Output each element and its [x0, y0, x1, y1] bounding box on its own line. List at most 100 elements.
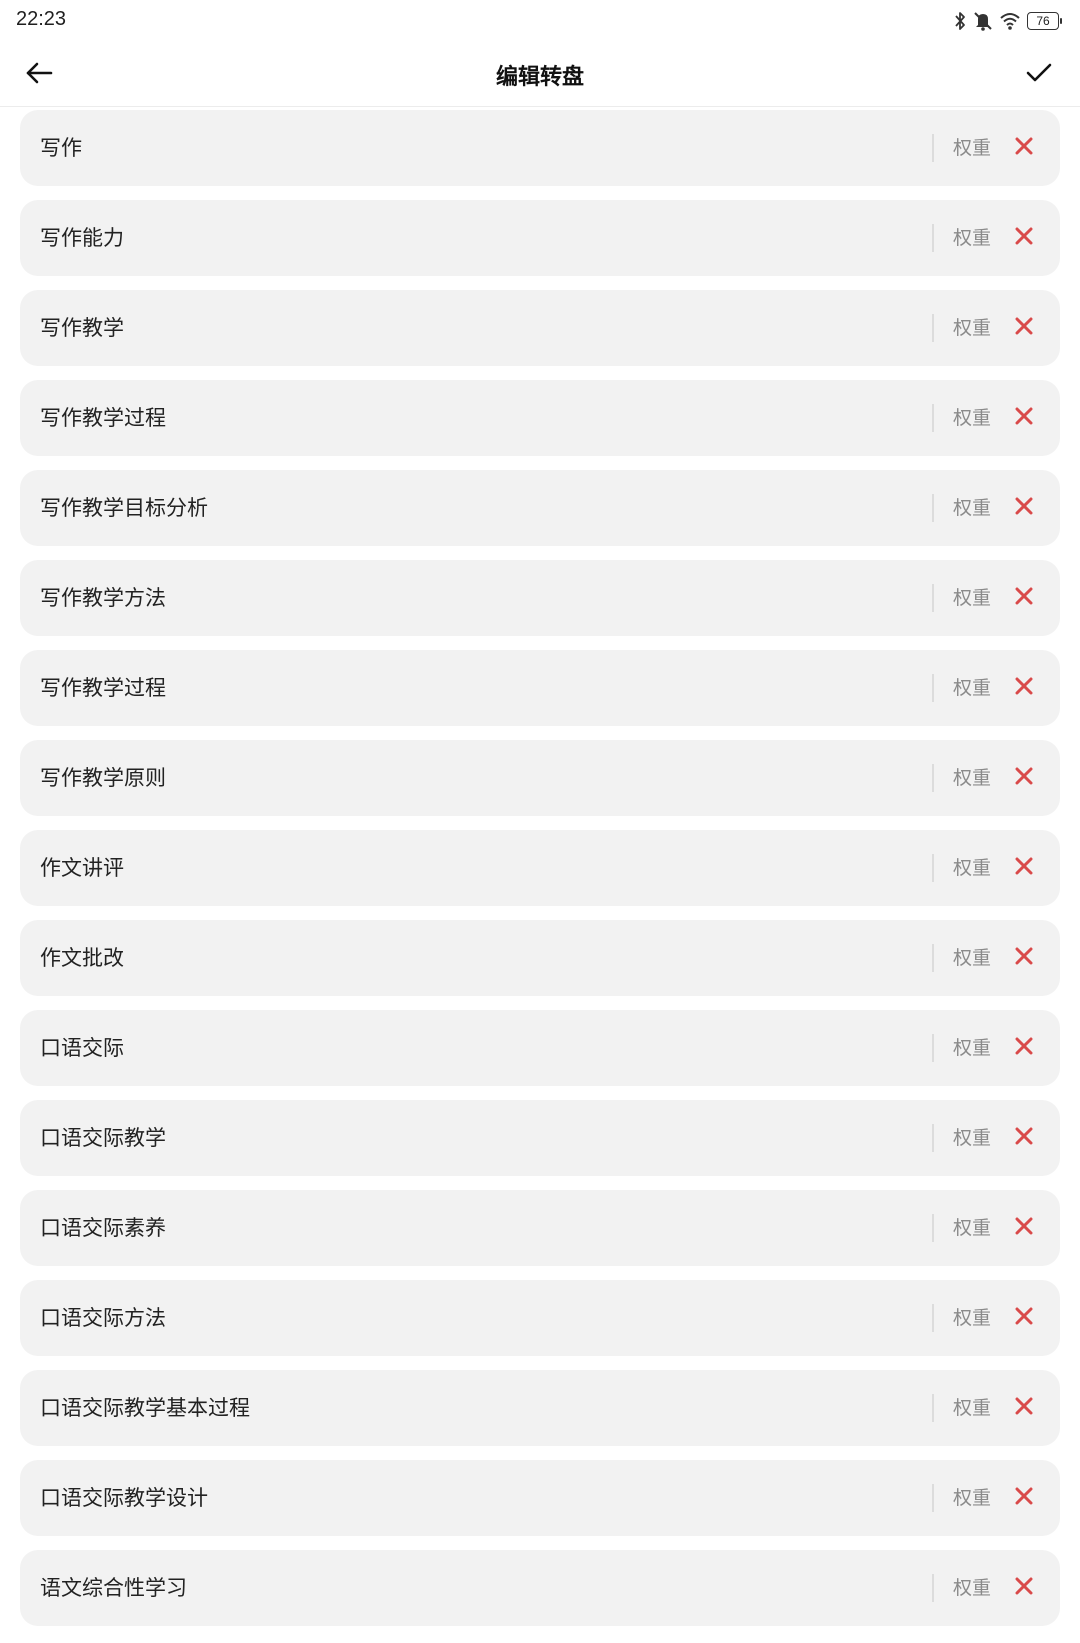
delete-button[interactable] [1008, 582, 1040, 614]
close-icon [1014, 496, 1034, 520]
option-item: 口语交际方法 权重 [20, 1280, 1060, 1356]
close-icon [1014, 1486, 1034, 1510]
delete-button[interactable] [1008, 852, 1040, 884]
delete-button[interactable] [1008, 1302, 1040, 1334]
option-label[interactable]: 写作教学过程 [40, 380, 166, 456]
divider [932, 854, 934, 882]
option-label[interactable]: 口语交际教学 [40, 1100, 166, 1176]
weight-button[interactable]: 权重 [953, 1190, 991, 1266]
divider [932, 1484, 934, 1512]
option-label[interactable]: 口语交际教学设计 [40, 1460, 208, 1536]
close-icon [1014, 316, 1034, 340]
option-item: 作文讲评 权重 [20, 830, 1060, 906]
option-label[interactable]: 写作教学方法 [40, 560, 166, 636]
weight-button[interactable]: 权重 [953, 290, 991, 366]
option-item: 口语交际教学基本过程 权重 [20, 1370, 1060, 1446]
option-item: 口语交际素养 权重 [20, 1190, 1060, 1266]
status-bar: 22:23 76 [0, 0, 1080, 44]
option-label[interactable]: 语文综合性学习 [40, 1550, 187, 1626]
option-item: 写作教学原则 权重 [20, 740, 1060, 816]
close-icon [1014, 406, 1034, 430]
confirm-button[interactable] [1020, 56, 1058, 94]
checkmark-icon [1025, 61, 1053, 89]
weight-button[interactable]: 权重 [953, 200, 991, 276]
option-item: 口语交际 权重 [20, 1010, 1060, 1086]
option-item: 写作教学过程 权重 [20, 380, 1060, 456]
weight-button[interactable]: 权重 [953, 830, 991, 906]
option-label[interactable]: 写作 [40, 110, 82, 186]
weight-button[interactable]: 权重 [953, 1010, 991, 1086]
status-icons: 76 [953, 8, 1062, 34]
weight-button[interactable]: 权重 [953, 110, 991, 186]
close-icon [1014, 856, 1034, 880]
option-label[interactable]: 写作教学过程 [40, 650, 166, 726]
option-item: 作文批改 权重 [20, 920, 1060, 996]
divider [932, 224, 934, 252]
option-item: 口语交际教学设计 权重 [20, 1460, 1060, 1536]
close-icon [1014, 226, 1034, 250]
close-icon [1014, 946, 1034, 970]
option-item: 写作 权重 [20, 110, 1060, 186]
option-label[interactable]: 口语交际方法 [40, 1280, 166, 1356]
weight-button[interactable]: 权重 [953, 650, 991, 726]
option-label[interactable]: 写作教学目标分析 [40, 470, 208, 546]
option-label[interactable]: 写作教学原则 [40, 740, 166, 816]
delete-button[interactable] [1008, 312, 1040, 344]
weight-button[interactable]: 权重 [953, 470, 991, 546]
option-label[interactable]: 写作能力 [40, 200, 124, 276]
delete-button[interactable] [1008, 492, 1040, 524]
weight-button[interactable]: 权重 [953, 740, 991, 816]
close-icon [1014, 676, 1034, 700]
delete-button[interactable] [1008, 132, 1040, 164]
weight-button[interactable]: 权重 [953, 1460, 991, 1536]
delete-button[interactable] [1008, 1032, 1040, 1064]
delete-button[interactable] [1008, 1212, 1040, 1244]
header: 编辑转盘 [0, 44, 1080, 107]
close-icon [1014, 766, 1034, 790]
weight-button[interactable]: 权重 [953, 1280, 991, 1356]
divider [932, 674, 934, 702]
delete-button[interactable] [1008, 222, 1040, 254]
delete-button[interactable] [1008, 1392, 1040, 1424]
delete-button[interactable] [1008, 1482, 1040, 1514]
divider [932, 1034, 934, 1062]
weight-button[interactable]: 权重 [953, 1550, 991, 1626]
close-icon [1014, 1216, 1034, 1240]
option-label[interactable]: 作文批改 [40, 920, 124, 996]
delete-button[interactable] [1008, 762, 1040, 794]
close-icon [1014, 1036, 1034, 1060]
delete-button[interactable] [1008, 942, 1040, 974]
option-label[interactable]: 作文讲评 [40, 830, 124, 906]
mute-bell-icon [973, 10, 993, 32]
option-label[interactable]: 口语交际教学基本过程 [40, 1370, 250, 1446]
divider [932, 404, 934, 432]
option-item: 写作教学目标分析 权重 [20, 470, 1060, 546]
divider [932, 314, 934, 342]
delete-button[interactable] [1008, 1122, 1040, 1154]
weight-button[interactable]: 权重 [953, 1370, 991, 1446]
divider [932, 1304, 934, 1332]
divider [932, 764, 934, 792]
status-time: 22:23 [16, 8, 67, 30]
close-icon [1014, 586, 1034, 610]
delete-button[interactable] [1008, 672, 1040, 704]
option-label[interactable]: 口语交际素养 [40, 1190, 166, 1266]
option-item: 写作能力 权重 [20, 200, 1060, 276]
weight-button[interactable]: 权重 [953, 380, 991, 456]
weight-button[interactable]: 权重 [953, 560, 991, 636]
divider [932, 584, 934, 612]
bluetooth-icon [953, 10, 967, 32]
weight-button[interactable]: 权重 [953, 920, 991, 996]
delete-button[interactable] [1008, 1572, 1040, 1604]
battery-icon: 76 [1027, 12, 1062, 30]
divider [932, 1394, 934, 1422]
page-title: 编辑转盘 [495, 65, 584, 90]
option-item: 语文综合性学习 权重 [20, 1550, 1060, 1626]
delete-button[interactable] [1008, 402, 1040, 434]
option-item: 写作教学过程 权重 [20, 650, 1060, 726]
divider [932, 1214, 934, 1242]
weight-button[interactable]: 权重 [953, 1100, 991, 1176]
option-label[interactable]: 口语交际 [40, 1010, 124, 1086]
close-icon [1014, 1126, 1034, 1150]
option-label[interactable]: 写作教学 [40, 290, 124, 366]
